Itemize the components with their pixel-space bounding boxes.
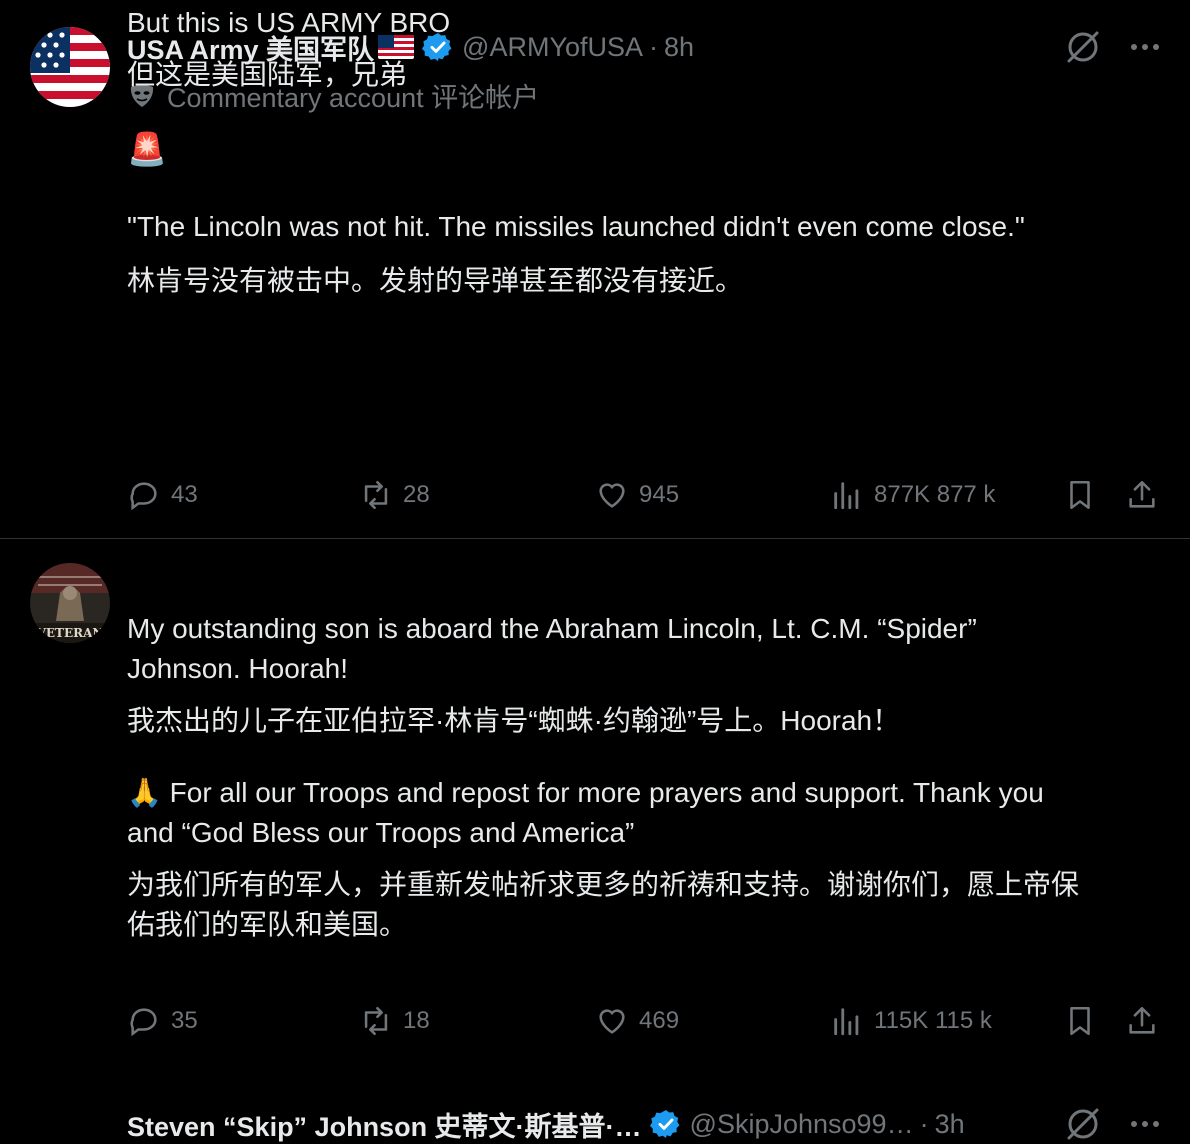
bookmark-icon xyxy=(1070,480,1090,510)
share-icon xyxy=(1129,1006,1155,1034)
post-line: But this is US ARMY BRO xyxy=(127,7,451,38)
views-count: 115K 115 k xyxy=(874,1007,992,1034)
post-actions: 43 28 945 877K 877 k xyxy=(127,475,1162,515)
post-line: 🙏 For all our Troops and repost for more… xyxy=(127,777,1044,808)
post-1[interactable]: USA Army 美国军队 @ARMYofUSA · 8h Commentary… xyxy=(0,0,1190,538)
separator-dot: · xyxy=(649,31,659,62)
repost-button[interactable]: 28 xyxy=(359,475,430,515)
like-button[interactable]: 469 xyxy=(595,1001,679,1041)
post-line: Johnson. Hoorah! xyxy=(127,653,349,684)
post-line: 佑我们的军队和美国。 xyxy=(127,909,408,940)
post-header: Steven “Skip” Johnson 史蒂文·斯基普·… @SkipJoh… xyxy=(127,1105,1030,1143)
repost-icon xyxy=(364,480,388,510)
reply-button[interactable]: 35 xyxy=(127,1001,198,1041)
like-icon xyxy=(599,1009,625,1034)
post-line: 林肯号没有被击中。发射的导弹甚至都没有接近。 xyxy=(127,265,744,296)
bookmark-button[interactable] xyxy=(1063,475,1097,515)
display-name[interactable]: Steven “Skip” Johnson 史蒂文·斯基普·… xyxy=(127,1105,642,1144)
avatar[interactable]: VETERAN xyxy=(30,563,110,643)
post-actions: 35 18 469 115K 115 k xyxy=(127,1001,1162,1041)
post-line: My outstanding son is aboard the Abraham… xyxy=(127,613,977,644)
reply-button[interactable]: 43 xyxy=(127,475,198,515)
post-top-actions xyxy=(1064,1105,1162,1143)
bookmark-button[interactable] xyxy=(1063,1001,1097,1041)
timestamp[interactable]: 8h xyxy=(664,32,694,63)
like-icon xyxy=(599,483,625,508)
reply-icon xyxy=(130,482,157,511)
verified-badge-icon[interactable] xyxy=(649,1108,682,1140)
more-icon[interactable] xyxy=(1128,1107,1162,1141)
repost-button[interactable]: 18 xyxy=(359,1001,430,1041)
grok-icon[interactable] xyxy=(1064,28,1102,66)
share-button[interactable] xyxy=(1125,475,1159,515)
repost-icon xyxy=(364,1006,388,1036)
post-line: 我杰出的儿子在亚伯拉罕·林肯号“蜘蛛·约翰逊”号上。Hoorah！ xyxy=(127,705,901,736)
post-top-actions xyxy=(1064,28,1162,66)
post-line: 但这是美国陆军，兄弟 xyxy=(127,59,408,90)
share-icon xyxy=(1129,480,1155,508)
avatar-label: VETERAN xyxy=(36,626,104,640)
avatar[interactable] xyxy=(30,27,110,107)
views-button[interactable]: 877K 877 k xyxy=(830,475,995,515)
bookmark-icon xyxy=(1070,1006,1090,1036)
handle[interactable]: @SkipJohnso99… xyxy=(690,1109,914,1140)
repost-count: 18 xyxy=(403,1007,430,1034)
siren-emoji: 🚨 xyxy=(127,131,167,167)
post-line: 为我们所有的军人，并重新发帖祈求更多的祈祷和支持。谢谢你们，愿上帝保 xyxy=(127,869,1080,900)
views-icon xyxy=(834,1008,859,1036)
reply-count: 43 xyxy=(171,481,198,508)
grok-icon[interactable] xyxy=(1064,1105,1102,1143)
share-button[interactable] xyxy=(1125,1001,1159,1041)
us-flag-avatar-icon xyxy=(30,27,110,107)
repost-count: 28 xyxy=(403,481,430,508)
reply-count: 35 xyxy=(171,1007,198,1034)
views-count: 877K 877 k xyxy=(874,481,996,508)
like-button[interactable]: 945 xyxy=(595,475,679,515)
more-icon[interactable] xyxy=(1128,30,1162,64)
views-icon xyxy=(834,482,859,510)
handle[interactable]: @ARMYofUSA xyxy=(462,32,643,63)
views-button[interactable]: 115K 115 k xyxy=(830,1001,992,1041)
separator-dot: · xyxy=(919,1108,929,1139)
reply-icon xyxy=(130,1008,157,1037)
post-line: "The Lincoln was not hit. The missiles l… xyxy=(127,211,1025,242)
veteran-avatar-icon: VETERAN xyxy=(30,563,110,643)
post-line: and “God Bless our Troops and America” xyxy=(127,817,635,848)
like-count: 469 xyxy=(639,1007,680,1034)
like-count: 945 xyxy=(639,481,680,508)
timestamp[interactable]: 3h xyxy=(935,1109,965,1140)
